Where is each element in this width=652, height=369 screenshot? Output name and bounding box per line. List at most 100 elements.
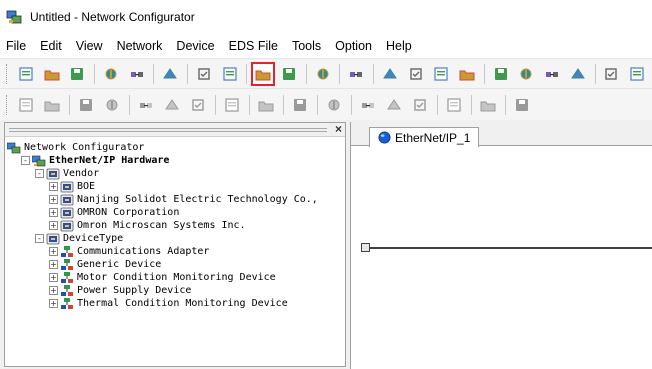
collapse-icon[interactable]: - — [35, 169, 44, 178]
register-button[interactable] — [41, 94, 63, 116]
tree-node-label: BOE — [77, 181, 96, 192]
toolbar-separator — [594, 63, 596, 84]
network-line-start-handle[interactable] — [361, 243, 370, 252]
cut-button[interactable] — [379, 63, 401, 85]
toolbar-grip[interactable] — [6, 63, 9, 84]
online-button[interactable] — [100, 63, 122, 85]
tree-node[interactable]: + OMRON Corporation — [5, 206, 345, 219]
expand-icon[interactable]: + — [49, 299, 58, 308]
copy-button[interactable] — [405, 63, 427, 85]
list-view-button[interactable] — [541, 63, 563, 85]
config-button[interactable] — [289, 94, 311, 116]
large-icons-button[interactable] — [490, 63, 512, 85]
menu-option[interactable]: Option — [335, 39, 372, 53]
move-down-button[interactable] — [161, 94, 183, 116]
expand-icon[interactable]: + — [49, 182, 58, 191]
info-button[interactable] — [511, 94, 533, 116]
open-button[interactable] — [41, 63, 63, 85]
collapse-icon[interactable]: - — [21, 156, 30, 165]
close-pane-button[interactable]: × — [335, 122, 342, 136]
connect-button[interactable] — [159, 63, 181, 85]
app-icon — [6, 10, 22, 24]
tab-ethernet-ip-1[interactable]: EtherNet/IP_1 — [369, 127, 480, 147]
monitor-alt-button[interactable] — [219, 63, 241, 85]
toolbar-separator — [249, 94, 250, 115]
toolbar-separator — [215, 94, 216, 115]
expand-icon[interactable]: + — [49, 273, 58, 282]
expand-icon[interactable]: + — [49, 208, 58, 217]
upload-button[interactable] — [126, 63, 148, 85]
tree-node[interactable]: + Generic Device — [5, 258, 345, 271]
save-button[interactable] — [66, 63, 88, 85]
print-button[interactable] — [345, 63, 367, 85]
expand-icon[interactable]: + — [49, 247, 58, 256]
tree-node[interactable]: - EtherNet/IP Hardware — [5, 154, 345, 167]
register-icon — [44, 97, 60, 113]
details-view-button[interactable] — [567, 63, 589, 85]
collapse-icon[interactable]: - — [35, 234, 44, 243]
remove-device-button[interactable] — [383, 94, 405, 116]
toolbar-separator — [471, 94, 472, 115]
download-button[interactable] — [75, 94, 97, 116]
check-button[interactable] — [187, 94, 209, 116]
expand-icon[interactable]: + — [49, 286, 58, 295]
find-button[interactable] — [477, 94, 499, 116]
menu-view[interactable]: View — [76, 39, 103, 53]
tree-node[interactable]: + Omron Microscan Systems Inc. — [5, 219, 345, 232]
monitor-button[interactable] — [193, 63, 215, 85]
property-icon — [603, 66, 619, 82]
network-line[interactable] — [365, 247, 652, 249]
small-icons-button[interactable] — [516, 63, 538, 85]
parameter-icon — [315, 66, 331, 82]
parameter-button[interactable] — [312, 63, 334, 85]
menu-tools[interactable]: Tools — [292, 39, 321, 53]
tree-node[interactable]: + Thermal Condition Monitoring Device — [5, 297, 345, 310]
toolbar-grip[interactable] — [6, 94, 9, 115]
replace-button[interactable] — [409, 94, 431, 116]
device-list-button[interactable] — [221, 94, 243, 116]
menu-edit[interactable]: Edit — [40, 39, 62, 53]
tab-strip: EtherNet/IP_1 — [351, 122, 652, 147]
zoom-icon — [446, 97, 462, 113]
move-up-icon — [138, 97, 154, 113]
tree-node[interactable]: - DeviceType — [5, 232, 345, 245]
delete-icon — [459, 66, 475, 82]
expand-icon[interactable]: + — [49, 195, 58, 204]
menu-help[interactable]: Help — [386, 39, 412, 53]
paste-button[interactable] — [430, 63, 452, 85]
ethernet-ip-icon — [378, 131, 391, 144]
print-icon — [348, 66, 364, 82]
new-button[interactable] — [15, 63, 37, 85]
tree-node[interactable]: + Power Supply Device — [5, 284, 345, 297]
setup-button[interactable] — [323, 94, 345, 116]
tree-node[interactable]: Network Configurator — [5, 141, 345, 154]
device-type-icon — [60, 284, 77, 297]
tree-node[interactable]: - Vendor — [5, 167, 345, 180]
add-device-button[interactable] — [357, 94, 379, 116]
delete-button[interactable] — [456, 63, 478, 85]
expand-icon[interactable]: + — [49, 221, 58, 230]
save-icon — [69, 66, 85, 82]
expand-icon[interactable]: + — [49, 260, 58, 269]
tree-node[interactable]: + Nanjing Solidot Electric Technology Co.… — [5, 193, 345, 206]
search-device-button[interactable] — [15, 94, 37, 116]
property-button[interactable] — [601, 63, 623, 85]
tree-node[interactable]: + Motor Condition Monitoring Device — [5, 271, 345, 284]
tree-node[interactable]: + Communications Adapter — [5, 245, 345, 258]
menu-eds-file[interactable]: EDS File — [229, 39, 278, 53]
zoom-button[interactable] — [443, 94, 465, 116]
network-wizard-button[interactable] — [251, 61, 276, 86]
toolbar-separator — [246, 63, 248, 84]
menu-network[interactable]: Network — [117, 39, 163, 53]
menu-device[interactable]: Device — [176, 39, 214, 53]
move-down-icon — [164, 97, 180, 113]
network-alt-icon — [281, 66, 297, 82]
tree-node[interactable]: + BOE — [5, 180, 345, 193]
tree-node-label: OMRON Corporation — [77, 207, 180, 218]
compare-button[interactable] — [626, 63, 648, 85]
menu-file[interactable]: File — [6, 39, 26, 53]
monitor-params-button[interactable] — [255, 94, 277, 116]
upload-param-button[interactable] — [101, 94, 123, 116]
move-up-button[interactable] — [135, 94, 157, 116]
network-alt-button[interactable] — [278, 63, 300, 85]
